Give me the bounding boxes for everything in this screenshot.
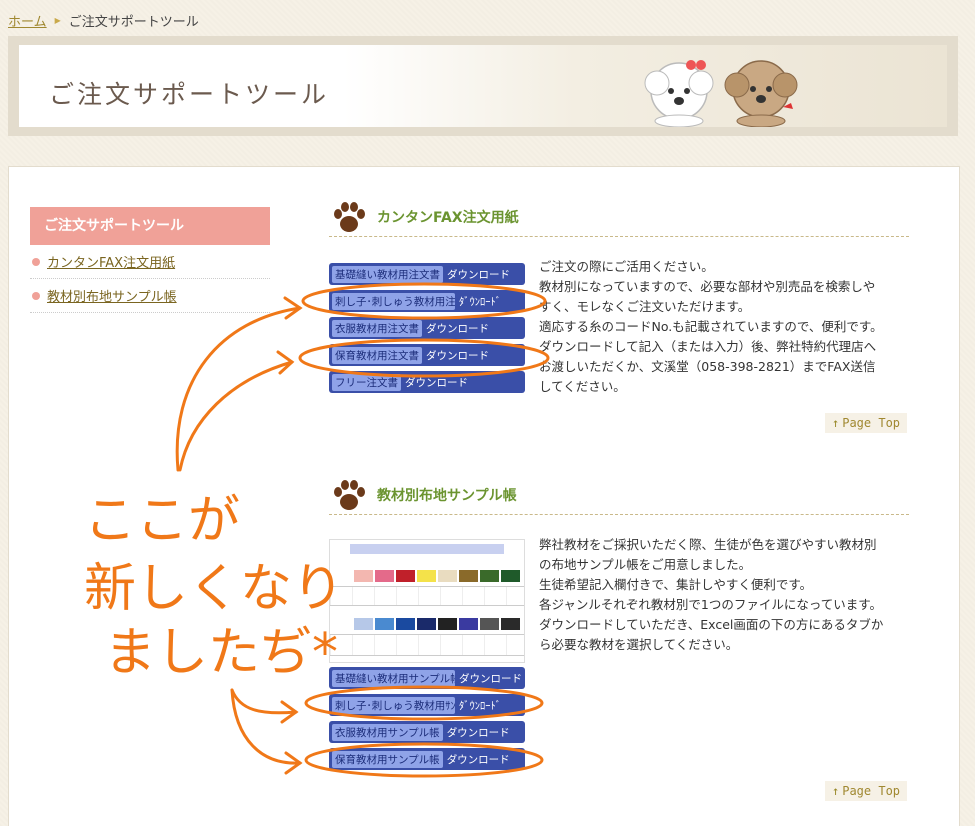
download-button-action: ダウンロード [426, 322, 489, 335]
section-description: 弊社教材をご採択いただく際、生徒が色を選びやすい教材別 の布地サンプル帳をご用意… [539, 535, 914, 655]
color-swatch [480, 618, 499, 630]
brown-dog-icon [724, 60, 798, 127]
text-line: ご注文の際にご活用ください。 [539, 259, 714, 274]
text-line: の布地サンプル帳をご用意しました。 [539, 557, 752, 572]
download-button[interactable]: 基礎縫い教材用注文書 ダウンロード [329, 263, 525, 285]
paw-icon [334, 201, 365, 232]
text-line: ら必要な教材を選択してください。 [539, 637, 739, 652]
section-description: ご注文の際にご活用ください。 教材別になっていますので、必要な部材や別売品を検索… [539, 257, 914, 397]
paw-icon [334, 479, 365, 510]
text-line: 適応する糸のコードNo.も記載されていますので、便利です。 [539, 319, 883, 334]
sample-button-list: 基礎縫い教材用サンプル帳ダウンロード 刺し子･刺しゅう教材用ｻﾝﾌﾟﾙ帳ﾀﾞｳﾝ… [329, 667, 525, 775]
bullet-icon [32, 257, 40, 266]
sidebar-item-label[interactable]: カンタンFAX注文用紙 [47, 252, 175, 271]
up-arrow-icon: ↑ [832, 784, 840, 798]
page-top-label: Page Top [842, 416, 901, 430]
color-swatch [375, 570, 394, 582]
breadcrumb: ホーム ▶ ご注文サポートツール [8, 11, 199, 30]
fax-section: カンタンFAX注文用紙 基礎縫い教材用注文書 ダウンロード 刺し子･刺しゅう教材用… [329, 197, 909, 394]
text-line: お渡しいただくか、文溪堂（058-398-2821）までFAX送信 [539, 359, 876, 374]
download-button[interactable]: 刺し子･刺しゅう教材用注文書 ﾀﾞｳﾝﾛｰﾄﾞ [329, 290, 525, 312]
color-swatch [396, 570, 415, 582]
text-line: ダウンロードしていただき、Excel画面の下の方にあるタブか [539, 617, 884, 632]
download-button[interactable]: 刺し子･刺しゅう教材用ｻﾝﾌﾟﾙ帳 ﾀﾞｳﾝﾛｰﾄﾞ [329, 694, 525, 716]
download-button-label: 衣服教材用注文書 [332, 319, 422, 337]
download-button-action: ダウンロード [447, 268, 510, 281]
download-button-label: フリー注文書 [332, 373, 401, 391]
bullet-icon [32, 291, 40, 300]
download-button-label: 保育教材用注文書 [332, 346, 422, 364]
download-button-label: 保育教材用サンプル帳 [332, 750, 443, 768]
color-swatch [375, 618, 394, 630]
sidebar-item-label[interactable]: 教材別布地サンプル帳 [47, 286, 177, 305]
color-swatch [501, 570, 520, 582]
color-swatch [438, 570, 457, 582]
section-header: カンタンFAX注文用紙 [329, 197, 909, 237]
up-arrow-icon: ↑ [832, 416, 840, 430]
download-button-label: 刺し子･刺しゅう教材用注文書 [332, 292, 455, 310]
text-line: すく、モレなくご注文いただけます。 [539, 299, 751, 314]
sidebar-item-sample[interactable]: 教材別布地サンプル帳 [30, 279, 270, 313]
color-swatch [417, 570, 436, 582]
color-swatch [501, 618, 520, 630]
text-line: 教材別になっていますので、必要な部材や別売品を検索しや [539, 279, 876, 294]
download-button[interactable]: 保育教材用サンプル帳 ダウンロード [329, 748, 525, 770]
text-line: ダウンロードして記入（または入力）後、弊社特約代理店へ [539, 339, 877, 354]
download-button-label: 基礎縫い教材用注文書 [332, 265, 443, 283]
color-swatch [354, 618, 373, 630]
sidebar: ご注文サポートツール カンタンFAX注文用紙 教材別布地サンプル帳 [30, 207, 270, 313]
download-button-action: ダウンロード [426, 349, 489, 362]
color-swatch [459, 618, 478, 630]
sample-sheet-thumbnail [329, 539, 525, 663]
download-button[interactable]: 基礎縫い教材用サンプル帳 ダウンロード [329, 667, 525, 689]
download-button[interactable]: 衣服教材用サンプル帳 ダウンロード [329, 721, 525, 743]
color-swatch [354, 570, 373, 582]
text-line: 生徒希望記入欄付きで、集計しやすく便利です。 [539, 577, 813, 592]
sidebar-title: ご注文サポートツール [30, 207, 270, 245]
download-button-label: 刺し子･刺しゅう教材用ｻﾝﾌﾟﾙ帳 [332, 696, 455, 714]
text-line: 各ジャンルそれぞれ教材別で1つのファイルになっています。 [539, 597, 882, 612]
download-button-action: ダウンロード [446, 753, 510, 766]
white-dog-icon [644, 60, 714, 127]
text-line: してください。 [539, 379, 626, 394]
page-top-link[interactable]: ↑ Page Top [825, 781, 908, 801]
sample-section: 教材別布地サンプル帳 基礎縫い教材用サンプル帳 ダウンロード 刺し子･刺しゅう教材… [329, 475, 909, 770]
download-button-action: ﾀﾞｳﾝﾛｰﾄﾞ [459, 295, 501, 308]
section-title: 教材別布地サンプル帳 [377, 487, 517, 504]
download-button[interactable]: 保育教材用注文書 ダウンロード [329, 344, 525, 366]
text-line: 弊社教材をご採択いただく際、生徒が色を選びやすい教材別 [539, 537, 877, 552]
section-title: カンタンFAX注文用紙 [377, 209, 519, 226]
sidebar-item-fax[interactable]: カンタンFAX注文用紙 [30, 245, 270, 279]
page-top-label: Page Top [842, 784, 901, 798]
content-area: ご注文サポートツール カンタンFAX注文用紙 教材別布地サンプル帳 カンタンFA… [8, 166, 960, 826]
page-title: ご注文サポートツール [49, 80, 330, 109]
breadcrumb-current: ご注文サポートツール [68, 15, 199, 30]
color-swatch [438, 618, 457, 630]
download-button[interactable]: フリー注文書 ダウンロード [329, 371, 525, 393]
color-swatch [480, 570, 499, 582]
fax-button-list: 基礎縫い教材用注文書ダウンロード 刺し子･刺しゅう教材用注文書ﾀﾞｳﾝﾛｰﾄﾞ … [329, 263, 525, 398]
color-swatch [396, 618, 415, 630]
download-button-action: ダウンロード [446, 726, 510, 739]
color-swatch [417, 618, 436, 630]
page-top-link[interactable]: ↑ Page Top [825, 413, 908, 433]
download-button-label: 衣服教材用サンプル帳 [332, 723, 443, 741]
breadcrumb-arrow-icon: ▶ [54, 16, 61, 25]
color-swatch [459, 570, 478, 582]
download-button-action: ダウンロード [459, 672, 522, 685]
download-button-action: ﾀﾞｳﾝﾛｰﾄﾞ [459, 699, 501, 712]
section-header: 教材別布地サンプル帳 [329, 475, 909, 515]
download-button-action: ダウンロード [405, 376, 468, 389]
download-button-label: 基礎縫い教材用サンプル帳 [332, 669, 455, 687]
download-button[interactable]: 衣服教材用注文書 ダウンロード [329, 317, 525, 339]
page-banner: ご注文サポートツール [8, 36, 958, 136]
breadcrumb-home-link[interactable]: ホーム [8, 11, 47, 30]
